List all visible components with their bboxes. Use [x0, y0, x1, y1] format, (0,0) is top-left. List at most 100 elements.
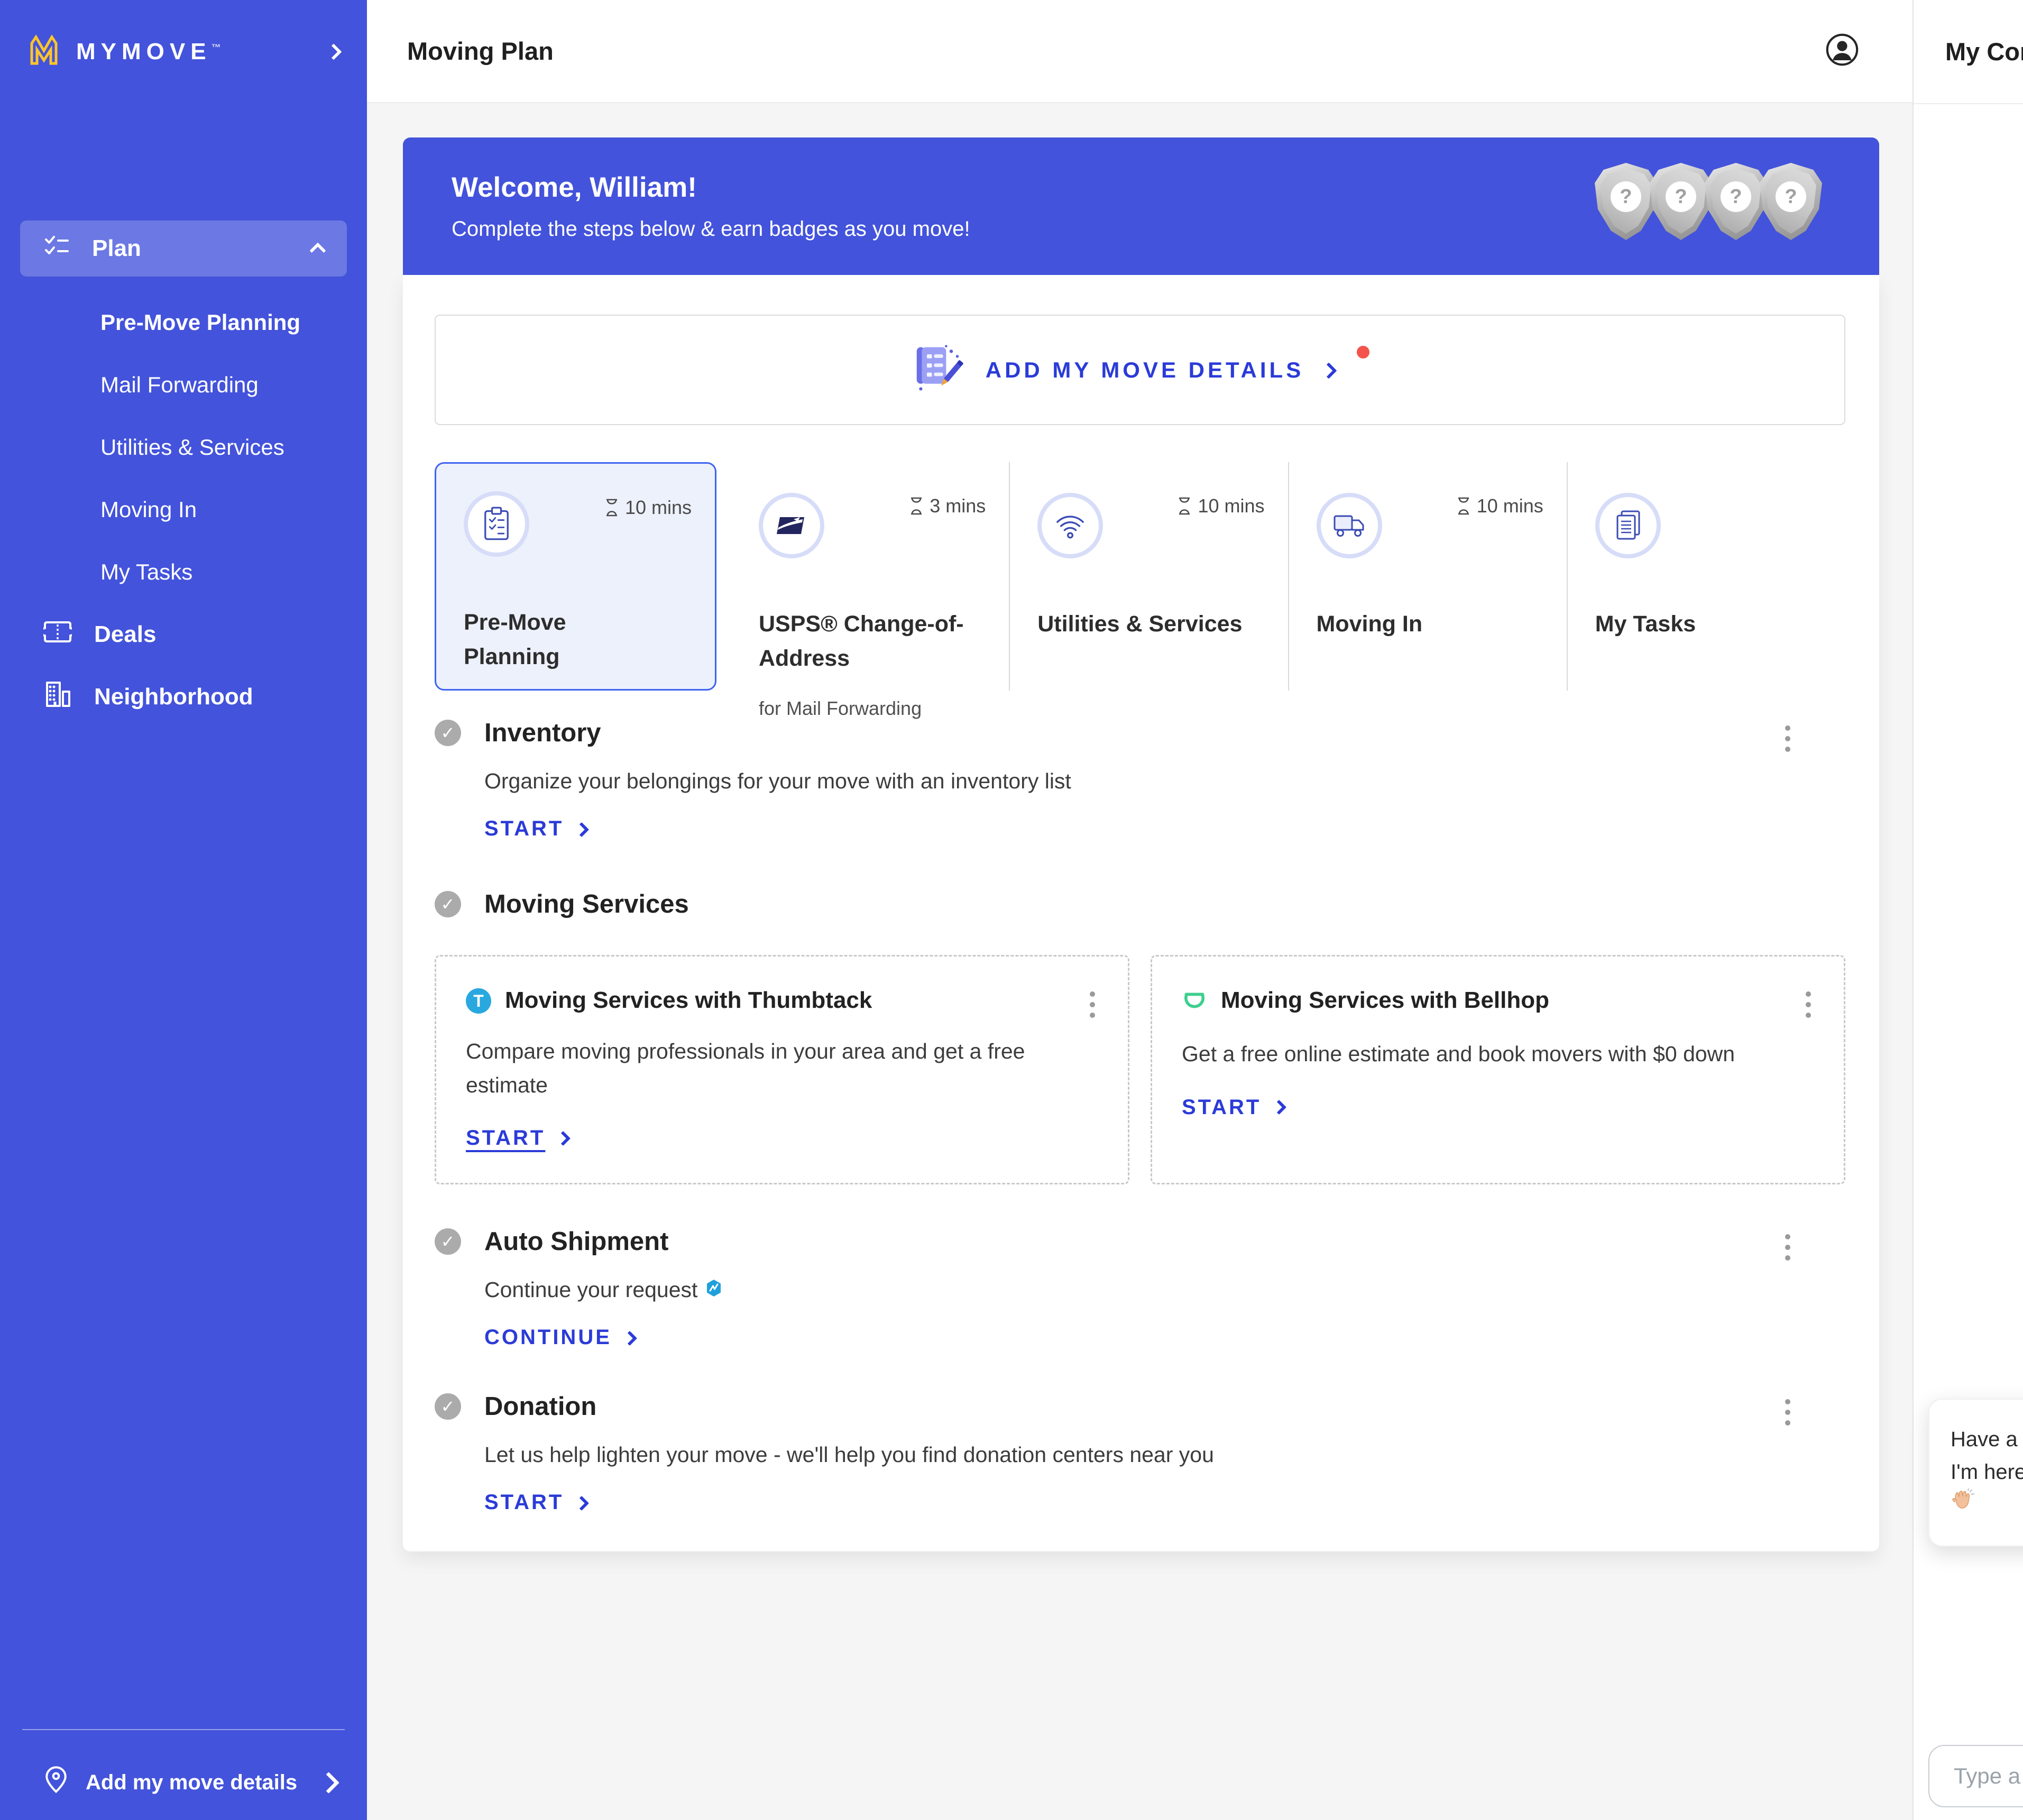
sidebar-nav: Plan Pre-Move Planning Mail Forwarding U…	[0, 220, 367, 728]
bellhop-logo-icon	[1182, 988, 1207, 1016]
sidebar-item-deals[interactable]: Deals	[20, 603, 347, 666]
divider	[22, 1729, 345, 1730]
add-my-move-details-label: ADD MY MOVE DETAILS	[986, 357, 1304, 383]
hourglass-icon	[1457, 497, 1470, 515]
badge-shield-icon: ?	[1705, 163, 1767, 240]
chevron-right-icon	[574, 822, 589, 837]
auto-shipment-continue-button[interactable]: CONTINUE	[484, 1326, 635, 1349]
chat-greeting-bubble[interactable]: Have a I'm here	[1928, 1399, 2023, 1547]
add-my-move-details-button[interactable]: ADD MY MOVE DETAILS	[435, 315, 1845, 425]
chevron-up-icon[interactable]	[309, 242, 326, 259]
chevron-right-icon	[556, 1130, 571, 1145]
sidebar-item-plan[interactable]: Plan	[20, 220, 347, 277]
documents-icon	[1595, 493, 1661, 558]
main-content: Welcome, William! Complete the steps bel…	[367, 103, 1912, 1820]
step-title: My Tasks	[1595, 607, 1817, 641]
task-description: Organize your belongings for your move w…	[484, 769, 1845, 794]
chevron-right-icon	[1272, 1100, 1286, 1115]
card-description: Compare moving professionals in your are…	[466, 1035, 1026, 1102]
sidebar-footer: Add my move details	[0, 1729, 367, 1820]
kebab-menu-icon[interactable]	[1782, 1396, 1794, 1429]
auto-shipment-partner-logo-icon	[706, 1277, 722, 1302]
sidebar-item-moving-in[interactable]: Moving In	[100, 479, 347, 541]
page-title: Moving Plan	[407, 36, 554, 66]
kebab-menu-icon[interactable]	[1803, 988, 1814, 1021]
location-pin-icon	[44, 1766, 68, 1799]
welcome-banner: Welcome, William! Complete the steps bel…	[403, 137, 1879, 275]
thumbtack-start-button[interactable]: START	[466, 1126, 568, 1150]
check-circle-icon: ✓	[435, 720, 461, 746]
sidebar-collapse-icon[interactable]	[325, 43, 342, 60]
right-panel-title[interactable]: My Cor	[1914, 0, 2023, 104]
sidebar-item-my-tasks[interactable]: My Tasks	[100, 541, 347, 603]
task-title: Donation	[484, 1392, 596, 1421]
card-description: Get a free online estimate and book move…	[1182, 1037, 1742, 1071]
waving-hand-emoji	[1951, 1488, 2023, 1522]
task-title: Auto Shipment	[484, 1227, 668, 1256]
hourglass-icon	[605, 499, 619, 517]
kebab-menu-icon[interactable]	[1782, 1231, 1794, 1264]
ticket-icon	[43, 620, 72, 650]
kebab-menu-icon[interactable]	[1782, 722, 1794, 755]
card-title: Moving Services with Thumbtack	[505, 987, 872, 1014]
step-card-usps-change-of-address[interactable]: 3 mins USPS® Change-of-Address for Mail …	[731, 462, 1009, 691]
task-block-inventory: ✓ Inventory Organize your belongings for…	[435, 718, 1845, 841]
trademark: ™	[212, 42, 226, 53]
step-card-utilities-services[interactable]: 10 mins Utilities & Services	[1009, 462, 1288, 691]
badge-shield-icon: ?	[1760, 163, 1822, 240]
badge-row: ? ? ? ?	[1602, 163, 1822, 240]
brand-logo[interactable]: MYMOVE™	[0, 0, 367, 103]
step-card-moving-in[interactable]: 10 mins Moving In	[1288, 462, 1567, 691]
brand-name: MYMOVE™	[76, 39, 226, 65]
sidebar-item-pre-move-planning[interactable]: Pre-Move Planning	[100, 291, 347, 354]
buildings-icon	[43, 680, 72, 714]
sidebar-item-utilities-services[interactable]: Utilities & Services	[100, 416, 347, 479]
chevron-right-icon	[1321, 362, 1337, 379]
check-circle-icon: ✓	[435, 1228, 461, 1255]
hourglass-icon	[1178, 497, 1191, 515]
task-block-auto-shipment: ✓ Auto Shipment Continue your request CO…	[435, 1227, 1845, 1349]
move-details-illustration-icon	[911, 343, 967, 397]
badge-shield-icon: ?	[1650, 163, 1712, 240]
chevron-right-icon	[622, 1330, 637, 1345]
task-title: Inventory	[484, 718, 601, 748]
task-description: Continue your request	[484, 1277, 697, 1302]
step-title: Utilities & Services	[1037, 607, 1272, 641]
donation-start-button[interactable]: START	[484, 1491, 587, 1514]
footer-label: Add my move details	[86, 1771, 297, 1795]
sidebar-item-label: Plan	[92, 235, 141, 262]
sidebar: MYMOVE™ Plan Pre-Move Planning Mail Forw…	[0, 0, 367, 1820]
sidebar-item-label: Deals	[94, 621, 156, 648]
sidebar-item-label: Neighborhood	[94, 684, 253, 710]
thumbtack-logo-icon: T	[466, 988, 491, 1014]
task-description: Let us help lighten your move - we'll he…	[484, 1442, 1845, 1467]
sidebar-item-neighborhood[interactable]: Neighborhood	[20, 666, 347, 728]
sidebar-item-mail-forwarding[interactable]: Mail Forwarding	[100, 354, 347, 416]
time-estimate: 10 mins	[1457, 495, 1543, 517]
chat-greeting-line2: I'm here	[1951, 1456, 2023, 1488]
moving-services-bellhop-card: Moving Services with Bellhop Get a free …	[1151, 955, 1845, 1184]
chat-message-input[interactable]	[1928, 1745, 2023, 1807]
moving-services-thumbtack-card: T Moving Services with Thumbtack Compare…	[435, 955, 1129, 1184]
profile-icon[interactable]	[1825, 32, 1860, 70]
step-card-my-tasks[interactable]: My Tasks	[1567, 462, 1845, 691]
add-move-details-footer-button[interactable]: Add my move details	[0, 1745, 367, 1820]
plan-subnav: Pre-Move Planning Mail Forwarding Utilit…	[20, 277, 347, 603]
chat-greeting-line1: Have a	[1951, 1423, 2023, 1456]
steps-row: 10 mins Pre-Move Planning 3 mins USPS® C…	[435, 462, 1845, 691]
bellhop-start-button[interactable]: START	[1182, 1096, 1284, 1119]
inventory-start-button[interactable]: START	[484, 817, 587, 841]
card-title: Moving Services with Bellhop	[1221, 987, 1549, 1014]
hourglass-icon	[909, 497, 923, 515]
step-card-pre-move-planning[interactable]: 10 mins Pre-Move Planning	[435, 462, 716, 691]
header: Moving Plan	[367, 0, 1912, 103]
step-title: USPS® Change-of-Address	[759, 607, 976, 675]
badge-shield-icon: ?	[1595, 163, 1657, 240]
clipboard-icon	[464, 491, 529, 557]
kebab-menu-icon[interactable]	[1087, 988, 1098, 1021]
time-estimate: 3 mins	[909, 495, 986, 517]
right-panel: My Cor Have a I'm here	[1912, 0, 2023, 1820]
time-estimate: 10 mins	[605, 497, 692, 519]
chevron-right-icon	[318, 1771, 339, 1793]
step-title: Moving In	[1317, 607, 1539, 641]
